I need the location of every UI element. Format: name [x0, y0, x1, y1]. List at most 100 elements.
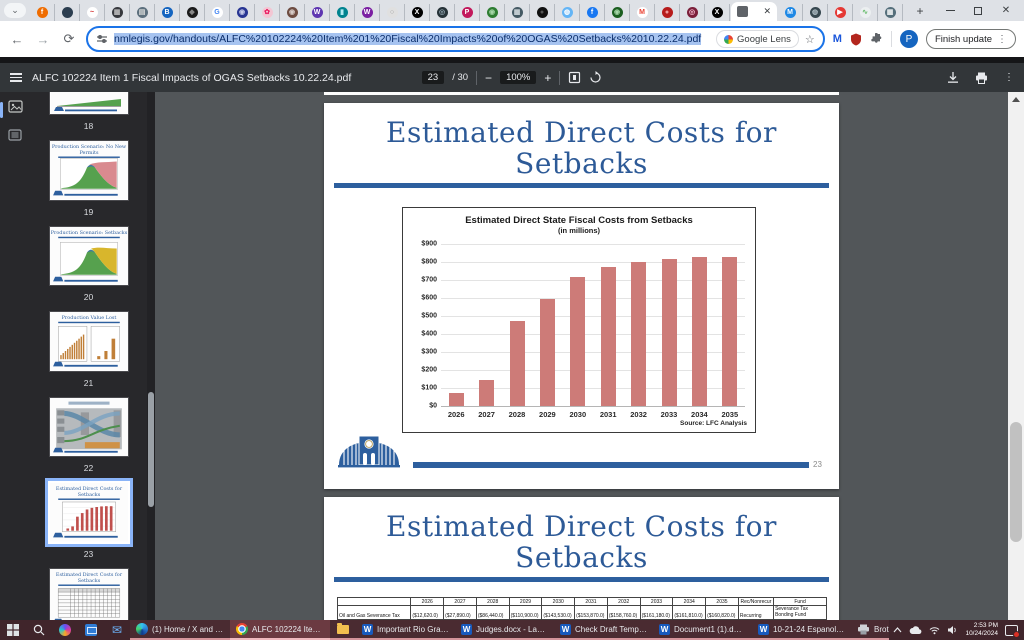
browser-tab-21[interactable]: ● [530, 4, 555, 21]
thumbnail-page-24[interactable]: Estimated Direct Costs forSetbacks24 [50, 569, 128, 621]
browser-tab-7[interactable]: ◆ [180, 4, 205, 21]
browser-tab-23[interactable]: f [580, 4, 605, 21]
thumbnail-page-23[interactable]: Estimated Direct Costs forSetbacks23 [50, 483, 128, 559]
thumbnail-image[interactable]: Production Scenario: Setbacks [50, 227, 128, 286]
browser-tab-4[interactable]: ▦ [105, 4, 130, 21]
thumbnail-image[interactable]: Estimated Direct Costs forSetbacks [50, 483, 128, 542]
taskbar-mail[interactable]: ✉ [104, 620, 130, 640]
address-bar[interactable]: nmlegis.gov/handouts/ALFC%20102224%20Ite… [86, 26, 825, 52]
thumbnail-page-20[interactable]: Production Scenario: Setbacks20 [50, 227, 128, 303]
active-tab[interactable]: ✕ [731, 2, 777, 21]
browser-tab-11[interactable]: ◉ [280, 4, 305, 21]
browser-tab-33[interactable]: ∿ [853, 4, 878, 21]
taskbar-chrome-alfc-10222[interactable]: ALFC 102224 Item 1... [230, 620, 330, 640]
thumbnails-view-icon[interactable] [8, 100, 23, 113]
pdf-more-icon[interactable]: ⋮ [1004, 72, 1014, 83]
notification-center-icon[interactable] [1005, 625, 1018, 636]
zoom-in-icon[interactable]: + [544, 71, 551, 85]
thumbnail-page-21[interactable]: Production Value Lost21 [50, 312, 128, 388]
page-number-input[interactable]: 23 [422, 71, 445, 84]
taskbar-copilot[interactable] [52, 620, 78, 640]
taskbar-word-important-[interactable]: WImportant Rio Gran... [356, 620, 455, 640]
onedrive-cloud-icon[interactable] [909, 626, 922, 635]
browser-tab-2[interactable] [55, 4, 80, 21]
browser-tab-31[interactable]: ◍ [803, 4, 828, 21]
thumbnail-page-18[interactable]: 18 [50, 92, 128, 131]
tab-close-icon[interactable]: ✕ [763, 6, 771, 17]
browser-tab-22[interactable]: ◍ [555, 4, 580, 21]
back-icon[interactable]: ← [8, 32, 26, 47]
outline-view-icon[interactable] [8, 129, 22, 141]
volume-icon[interactable] [947, 625, 958, 635]
thumbnail-image[interactable] [50, 398, 128, 457]
browser-tab-32[interactable]: ▶ [828, 4, 853, 21]
browser-menu-icon[interactable]: ⋮ [997, 34, 1007, 45]
browser-tab-14[interactable]: W [355, 4, 380, 21]
print-icon[interactable] [975, 72, 988, 84]
profile-avatar[interactable]: P [900, 30, 918, 48]
thumbnail-page-19[interactable]: Production Scenario: No NewPermits19 [50, 141, 128, 217]
taskbar-start[interactable] [0, 620, 26, 640]
thumbnail-image[interactable] [50, 92, 128, 114]
browser-tab-3[interactable]: ~ [80, 4, 105, 21]
taskbar-word-check-draf[interactable]: WCheck Draft Templa... [554, 620, 653, 640]
taskbar-edge--1-home-[interactable]: (1) Home / X and 2... [130, 620, 230, 640]
taskbar-folder[interactable] [330, 620, 356, 640]
browser-tab-6[interactable]: B [155, 4, 180, 21]
taskbar-word-10-21-24-e[interactable]: W10-21-24 Espanola ... [752, 620, 851, 640]
thumbnail-page-22[interactable]: 22 [50, 398, 128, 474]
scroll-up-arrow-icon[interactable] [1012, 97, 1020, 102]
browser-tab-17[interactable]: ◎ [430, 4, 455, 21]
zoom-out-icon[interactable]: − [485, 71, 492, 85]
browser-tab-5[interactable]: ▤ [130, 4, 155, 21]
taskbar-word-judges-doc[interactable]: WJudges.docx - Last... [455, 620, 554, 640]
pdf-menu-icon[interactable] [10, 71, 22, 84]
browser-tab-20[interactable]: ▦ [505, 4, 530, 21]
browser-tab-9[interactable]: ◉ [230, 4, 255, 21]
fit-page-icon[interactable] [568, 71, 581, 84]
thumbnail-image[interactable]: Production Scenario: No NewPermits [50, 141, 128, 200]
thumbnail-image[interactable]: Estimated Direct Costs forSetbacks [50, 569, 128, 621]
url-text[interactable]: nmlegis.gov/handouts/ALFC%20102224%20Ite… [114, 33, 710, 45]
download-icon[interactable] [947, 71, 959, 84]
tab-search-button[interactable]: ⌄ [4, 3, 26, 18]
browser-tab-18[interactable]: P [455, 4, 480, 21]
extensions-puzzle-icon[interactable] [870, 33, 883, 46]
browser-tab-16[interactable]: X [405, 4, 430, 21]
tray-chevron-icon[interactable] [893, 627, 902, 633]
browser-tab-26[interactable]: ● [655, 4, 680, 21]
shield-extension-icon[interactable] [850, 33, 862, 46]
browser-tab-34[interactable]: ▦ [878, 4, 903, 21]
taskbar-word-document1-[interactable]: WDocument1 (1).doc... [653, 620, 752, 640]
google-lens-button[interactable]: Google Lens [716, 30, 799, 48]
taskbar-printer-brother-mf[interactable]: Brother MFC-L2710... [851, 620, 889, 640]
thumbnail-image[interactable]: Production Value Lost [50, 312, 128, 371]
browser-tab-1[interactable]: f [30, 4, 55, 21]
reload-icon[interactable]: ⟳ [60, 31, 78, 47]
main-scrollbar[interactable] [1008, 92, 1024, 620]
browser-tab-25[interactable]: M [630, 4, 655, 21]
minimize-button[interactable] [936, 2, 964, 20]
rotate-icon[interactable] [589, 71, 602, 84]
bookmark-star-icon[interactable]: ☆ [805, 33, 815, 46]
scrollbar-thumb[interactable] [1010, 422, 1022, 542]
browser-tab-28[interactable]: X [705, 4, 730, 21]
taskbar-search[interactable] [26, 620, 52, 640]
browser-tab-15[interactable]: ○ [380, 4, 405, 21]
close-button[interactable]: ✕ [992, 2, 1020, 20]
extension-m-icon[interactable]: M [833, 33, 842, 45]
network-icon[interactable] [929, 626, 940, 635]
browser-tab-10[interactable]: ✿ [255, 4, 280, 21]
browser-tab-24[interactable]: ◉ [605, 4, 630, 21]
taskbar-clock[interactable]: 2:53 PM 10/24/2024 [965, 622, 998, 638]
browser-tab-8[interactable]: G [205, 4, 230, 21]
browser-tab-13[interactable]: ▮ [330, 4, 355, 21]
maximize-button[interactable] [964, 2, 992, 20]
browser-tab-30[interactable]: M [778, 4, 803, 21]
finish-update-button[interactable]: Finish update ⋮ [926, 29, 1016, 49]
browser-tab-19[interactable]: ◉ [480, 4, 505, 21]
zoom-level[interactable]: 100% [500, 71, 536, 84]
thumbnail-scrollbar[interactable] [147, 92, 155, 620]
forward-icon[interactable]: → [34, 32, 52, 47]
browser-tab-27[interactable]: ◎ [680, 4, 705, 21]
